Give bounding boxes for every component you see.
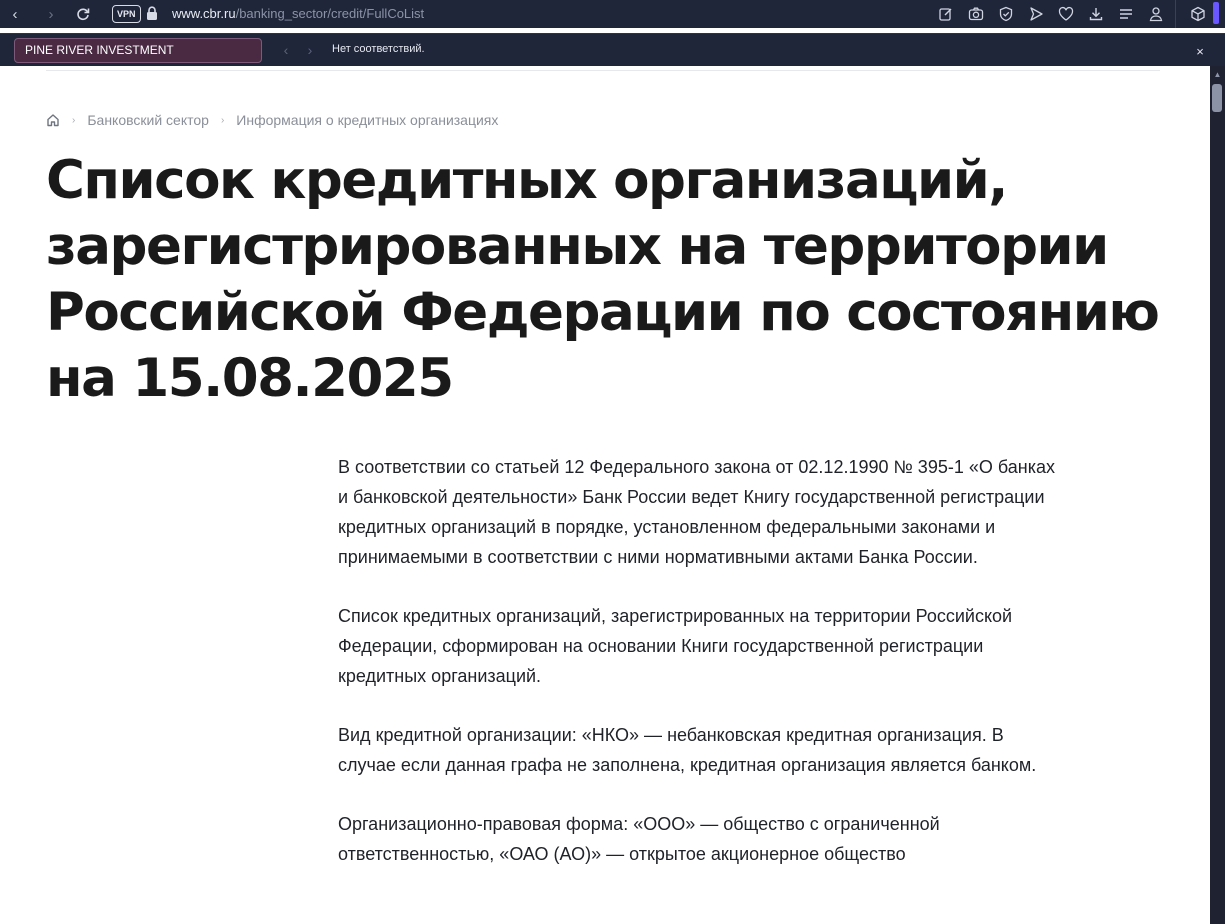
page-content: › Банковский сектор › Информация о креди… [0,66,1210,924]
reload-button[interactable] [72,3,94,25]
intro-text: В соответствии со статьей 12 Федеральног… [338,452,1058,898]
toolbar-divider [1175,0,1176,28]
intro-paragraph: Список кредитных организаций, зарегистри… [338,606,1013,686]
find-input[interactable]: PINE RIVER INVESTMENT [14,38,262,63]
forward-button[interactable]: › [40,3,62,25]
home-icon[interactable] [46,113,60,127]
download-icon[interactable] [1086,4,1106,24]
header-divider [46,70,1160,71]
find-bar: PINE RIVER INVESTMENT ‹ › Нет соответств… [0,33,1225,67]
scroll-up-arrow[interactable]: ▲ [1212,70,1223,80]
profile-icon[interactable] [1146,4,1166,24]
send-icon[interactable] [1026,4,1046,24]
scrollbar[interactable] [1210,66,1225,924]
browser-toolbar: ‹ › VPN www.cbr.ru/banking_sector/credit… [0,0,1225,28]
intro-paragraph: Вид кредитной организации: «НКО» — небан… [338,725,1037,775]
lock-icon[interactable] [146,6,158,21]
intro-paragraph: В соответствии со статьей 12 Федеральног… [338,457,1055,567]
breadcrumb: › Банковский сектор › Информация о креди… [46,112,498,128]
find-close-button[interactable]: × [1190,41,1210,61]
find-next-button[interactable]: › [300,40,320,60]
breadcrumb-separator: › [220,114,225,126]
breadcrumb-credit-org-info[interactable]: Информация о кредитных организациях [236,112,498,128]
heart-icon[interactable] [1056,4,1076,24]
address-bar[interactable]: www.cbr.ru/banking_sector/credit/FullCoL… [172,5,424,22]
url-domain: www.cbr.ru [172,6,236,21]
sidebar-accent-strip [1213,2,1219,24]
find-previous-button[interactable]: ‹ [276,40,296,60]
shield-icon[interactable] [996,4,1016,24]
menu-list-icon[interactable] [1116,4,1136,24]
page-title: Список кредитных организаций, зарегистри… [46,150,1160,409]
scrollbar-thumb[interactable] [1212,84,1222,112]
back-button[interactable]: ‹ [4,3,26,25]
edit-page-icon[interactable] [936,4,956,24]
url-path: /banking_sector/credit/FullCoList [235,6,425,21]
vpn-badge[interactable]: VPN [112,5,141,23]
breadcrumb-separator: › [72,114,76,126]
breadcrumb-banking-sector[interactable]: Банковский сектор [87,112,209,128]
find-status: Нет соответствий. [332,43,425,55]
extension-cube-icon[interactable] [1188,4,1208,24]
intro-paragraph: Организационно-правовая форма: «ООО» — о… [338,814,940,864]
camera-icon[interactable] [966,4,986,24]
reload-icon [77,8,90,21]
